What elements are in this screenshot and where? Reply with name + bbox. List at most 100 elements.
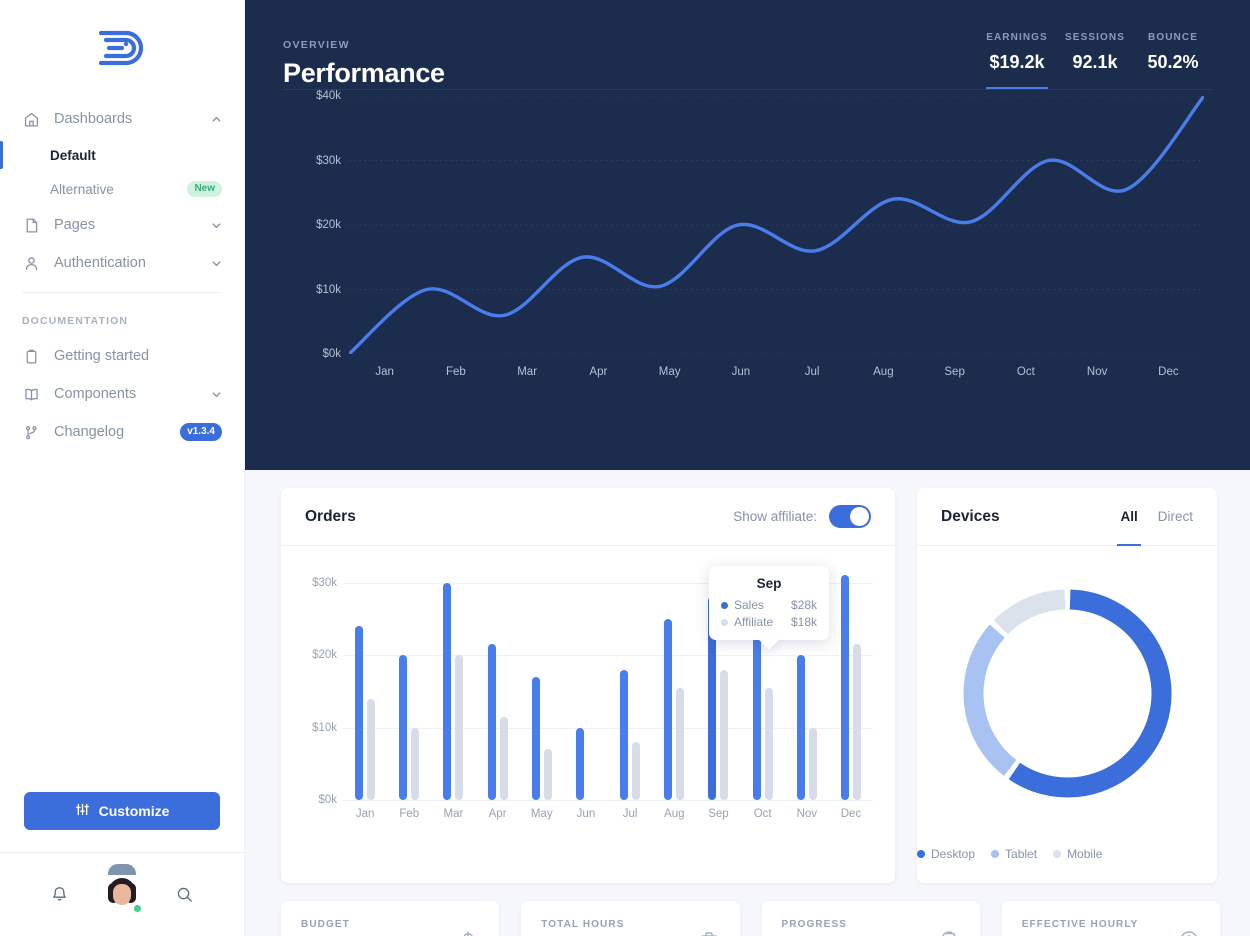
- bar-affiliate[interactable]: [411, 727, 420, 800]
- sidebar-item-label: Authentication: [54, 255, 146, 271]
- clipboard-icon: [938, 929, 960, 936]
- legend-item-mobile[interactable]: Mobile: [1053, 847, 1102, 861]
- sidebar-item-default[interactable]: Default: [0, 138, 244, 172]
- bar-group[interactable]: [829, 568, 873, 800]
- devices-title: Devices: [941, 507, 1000, 525]
- chart-tooltip: Sep Sales $28k Affiliate $18k: [709, 566, 829, 650]
- bar-chart-x-axis: Jan Feb Mar Apr May Jun Jul Aug Sep Oct Nov Dec: [343, 808, 873, 820]
- sidebar-item-dashboards[interactable]: Dashboards: [0, 100, 244, 138]
- main-content: OVERVIEW Performance EARNINGS $19.2k SES…: [245, 0, 1250, 936]
- bar-sales[interactable]: [840, 575, 849, 800]
- bar-sales[interactable]: [664, 618, 673, 800]
- sidebar-nav: Dashboards Default Alternative New Pages…: [0, 100, 244, 451]
- bar-sales[interactable]: [399, 655, 408, 800]
- bar-group[interactable]: [476, 568, 520, 800]
- orders-bar-chart: $0k $10k $20k $30k Sep Sales $28k Affili…: [281, 546, 895, 883]
- line-x-tick: Mar: [517, 366, 538, 378]
- chevron-down-icon[interactable]: [210, 257, 222, 269]
- bar-y-tick: $20k: [312, 649, 337, 661]
- page-title: Performance: [283, 58, 445, 88]
- chevron-down-icon[interactable]: [210, 388, 222, 400]
- bar-affiliate[interactable]: [543, 749, 552, 800]
- bar-affiliate[interactable]: [720, 669, 729, 800]
- chevron-up-icon[interactable]: [210, 113, 222, 125]
- sidebar-item-getting-started[interactable]: Getting started: [0, 337, 244, 375]
- bar-x-tick: Oct: [753, 808, 772, 820]
- bar-group[interactable]: [608, 568, 652, 800]
- stat-earnings[interactable]: EARNINGS $19.2k: [978, 32, 1056, 89]
- stat-value: 50.2%: [1147, 52, 1199, 72]
- stat-card-key: PROGRESS: [781, 919, 847, 930]
- line-x-tick: Sep: [944, 366, 965, 378]
- customize-container: Customize: [0, 792, 244, 852]
- clock-icon: [1178, 929, 1200, 936]
- bar-group[interactable]: [520, 568, 564, 800]
- bar-group[interactable]: [387, 568, 431, 800]
- legend-dot: [917, 850, 925, 858]
- line-chart-x-axis: Jan Feb Mar Apr May Jun Jul Aug Sep Oct Nov Dec: [349, 358, 1204, 386]
- book-icon: [22, 385, 40, 403]
- logo-container[interactable]: [0, 0, 244, 100]
- stat-sessions[interactable]: SESSIONS 92.1k: [1056, 32, 1134, 89]
- sidebar-item-alternative[interactable]: Alternative New: [0, 172, 244, 206]
- sidebar-item-changelog[interactable]: Changelog v1.3.4: [0, 413, 244, 451]
- bar-group[interactable]: [431, 568, 475, 800]
- bar-sales[interactable]: [355, 626, 364, 800]
- bar-group[interactable]: [564, 568, 608, 800]
- line-y-tick: $40k: [316, 90, 341, 102]
- bar-y-tick: $30k: [312, 576, 337, 589]
- bar-affiliate[interactable]: [632, 742, 641, 800]
- bar-sales[interactable]: [620, 669, 629, 800]
- donut-slice-tablet[interactable]: [963, 624, 1016, 776]
- bar-group[interactable]: [652, 568, 696, 800]
- bar-x-tick: May: [530, 808, 553, 820]
- bar-affiliate[interactable]: [499, 716, 508, 800]
- bar-affiliate[interactable]: [676, 687, 685, 800]
- devices-donut-chart: [917, 546, 1217, 847]
- bar-sales[interactable]: [443, 582, 452, 800]
- legend-label: Desktop: [931, 847, 976, 861]
- chevron-down-icon[interactable]: [210, 219, 222, 231]
- bar-affiliate[interactable]: [764, 687, 773, 800]
- line-x-tick: Nov: [1086, 366, 1108, 378]
- sidebar-item-components[interactable]: Components: [0, 375, 244, 413]
- customize-button[interactable]: Customize: [24, 792, 220, 830]
- avatar[interactable]: [102, 863, 143, 915]
- bar-gridline: [343, 800, 873, 801]
- version-badge: v1.3.4: [180, 423, 222, 441]
- sidebar-item-authentication[interactable]: Authentication: [0, 244, 244, 282]
- donut-slice-mobile[interactable]: [993, 589, 1066, 635]
- sidebar-subitem-label: Default: [50, 147, 96, 163]
- bar-sales[interactable]: [796, 655, 805, 800]
- show-affiliate-toggle[interactable]: [829, 505, 871, 528]
- bar-sales[interactable]: [487, 644, 496, 800]
- bar-affiliate[interactable]: [808, 727, 817, 800]
- sidebar-subitem-label: Alternative: [50, 181, 114, 197]
- bar-sales[interactable]: [531, 676, 540, 800]
- legend-item-desktop[interactable]: Desktop: [917, 847, 975, 861]
- bar-sales[interactable]: [752, 618, 761, 800]
- tooltip-row: Affiliate $18k: [721, 615, 817, 629]
- sidebar-item-label: Dashboards: [54, 111, 133, 127]
- search-icon[interactable]: [175, 885, 194, 904]
- bell-icon[interactable]: [50, 885, 69, 904]
- bar-affiliate[interactable]: [852, 644, 861, 800]
- tooltip-series-value: $18k: [790, 615, 817, 629]
- bar-group[interactable]: [343, 568, 387, 800]
- bar-affiliate[interactable]: [455, 655, 464, 800]
- donut-slice-desktop[interactable]: [1008, 589, 1171, 798]
- bar-affiliate[interactable]: [367, 698, 376, 800]
- hero-titles: OVERVIEW Performance: [283, 39, 978, 89]
- tab-all[interactable]: All: [1117, 488, 1142, 546]
- devices-card-header: Devices All Direct: [917, 488, 1217, 546]
- sidebar-item-pages[interactable]: Pages: [0, 206, 244, 244]
- line-x-tick: Apr: [589, 366, 608, 378]
- tab-direct[interactable]: Direct: [1158, 488, 1193, 545]
- stat-card-effective-hourly: EFFECTIVE HOURLY $85.50: [1001, 901, 1220, 936]
- stat-bounce[interactable]: BOUNCE 50.2%: [1134, 32, 1212, 89]
- legend-item-tablet[interactable]: Tablet: [991, 847, 1037, 861]
- git-branch-icon: [22, 423, 40, 441]
- sidebar-footer: [0, 852, 244, 936]
- bar-sales[interactable]: [575, 727, 584, 800]
